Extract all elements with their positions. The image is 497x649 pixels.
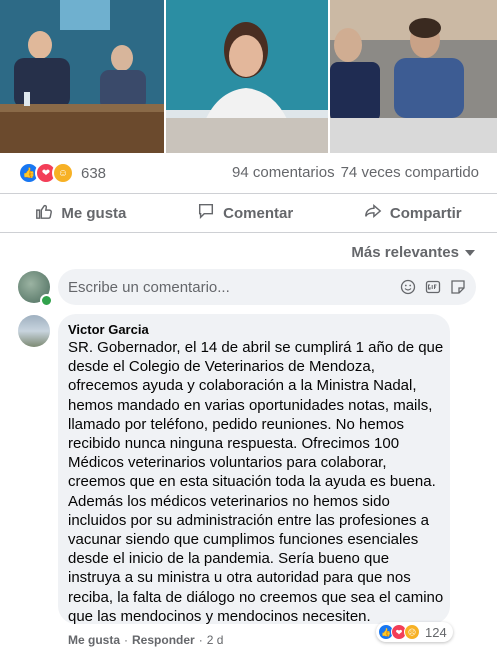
post-photo-3[interactable]: [330, 0, 497, 153]
composer-tools: [400, 279, 466, 295]
shares-count-link[interactable]: 74 veces compartido: [341, 164, 479, 181]
photo-2-illustration: [166, 0, 328, 153]
comment-text: SR. Gobernador, el 14 de abril se cumpli…: [68, 339, 444, 625]
share-arrow-icon: [364, 202, 382, 224]
photo-1-illustration: [0, 0, 164, 153]
comment-sort-dropdown[interactable]: Más relevantes: [351, 244, 475, 261]
comment-age[interactable]: 2 d: [207, 633, 224, 647]
care-reaction-icon: ☺: [52, 162, 74, 184]
post-reactions-summary[interactable]: 👍 ❤ ☺ 638: [18, 160, 106, 186]
post-action-bar: Me gusta Comentar Compartir: [0, 196, 497, 230]
online-status-dot: [40, 294, 53, 307]
caret-down-icon: [465, 244, 475, 261]
comment-meta: Me gusta · Responder · 2 d: [68, 633, 223, 647]
post-reaction-count: 638: [81, 164, 107, 182]
angry-reaction-icon: ☹: [404, 624, 420, 640]
commenter-avatar[interactable]: [18, 315, 50, 347]
thumbs-up-icon: [35, 202, 53, 224]
comment-reply-link[interactable]: Responder: [132, 633, 195, 647]
gif-icon[interactable]: [425, 279, 441, 295]
divider: [0, 193, 497, 194]
share-button[interactable]: Compartir: [364, 202, 462, 224]
photo-3-illustration: [330, 0, 497, 153]
post-photo-2[interactable]: [166, 0, 328, 153]
comment-like-link[interactable]: Me gusta: [68, 633, 120, 647]
post-photo-grid[interactable]: [0, 0, 497, 153]
comment-bubble: Victor Garcia SR. Gobernador, el 14 de a…: [58, 314, 450, 625]
comment-reaction-count: 124: [425, 624, 447, 640]
comment-button-label: Comentar: [223, 204, 294, 222]
like-button[interactable]: Me gusta: [35, 202, 126, 224]
emoji-icon[interactable]: [400, 279, 416, 295]
comment-bubble-icon: [197, 202, 215, 224]
comments-count-link[interactable]: 94 comentarios: [232, 164, 335, 181]
sort-label: Más relevantes: [351, 244, 459, 261]
like-button-label: Me gusta: [61, 204, 127, 222]
comment-input-placeholder: Escribe un comentario...: [68, 278, 230, 296]
comment-author[interactable]: Victor Garcia: [68, 322, 149, 337]
meta-separator: ·: [198, 633, 203, 647]
comment-button[interactable]: Comentar: [197, 202, 293, 224]
meta-separator: ·: [124, 633, 129, 647]
post-stats: 94 comentarios 74 veces compartido: [232, 164, 479, 181]
share-button-label: Compartir: [389, 204, 462, 222]
post-photo-1[interactable]: [0, 0, 164, 153]
sticker-icon[interactable]: [450, 279, 466, 295]
divider: [0, 232, 497, 233]
comment-reactions-summary[interactable]: 👍 ❤ ☹ 124: [376, 622, 453, 642]
comment-input[interactable]: Escribe un comentario...: [58, 269, 476, 305]
